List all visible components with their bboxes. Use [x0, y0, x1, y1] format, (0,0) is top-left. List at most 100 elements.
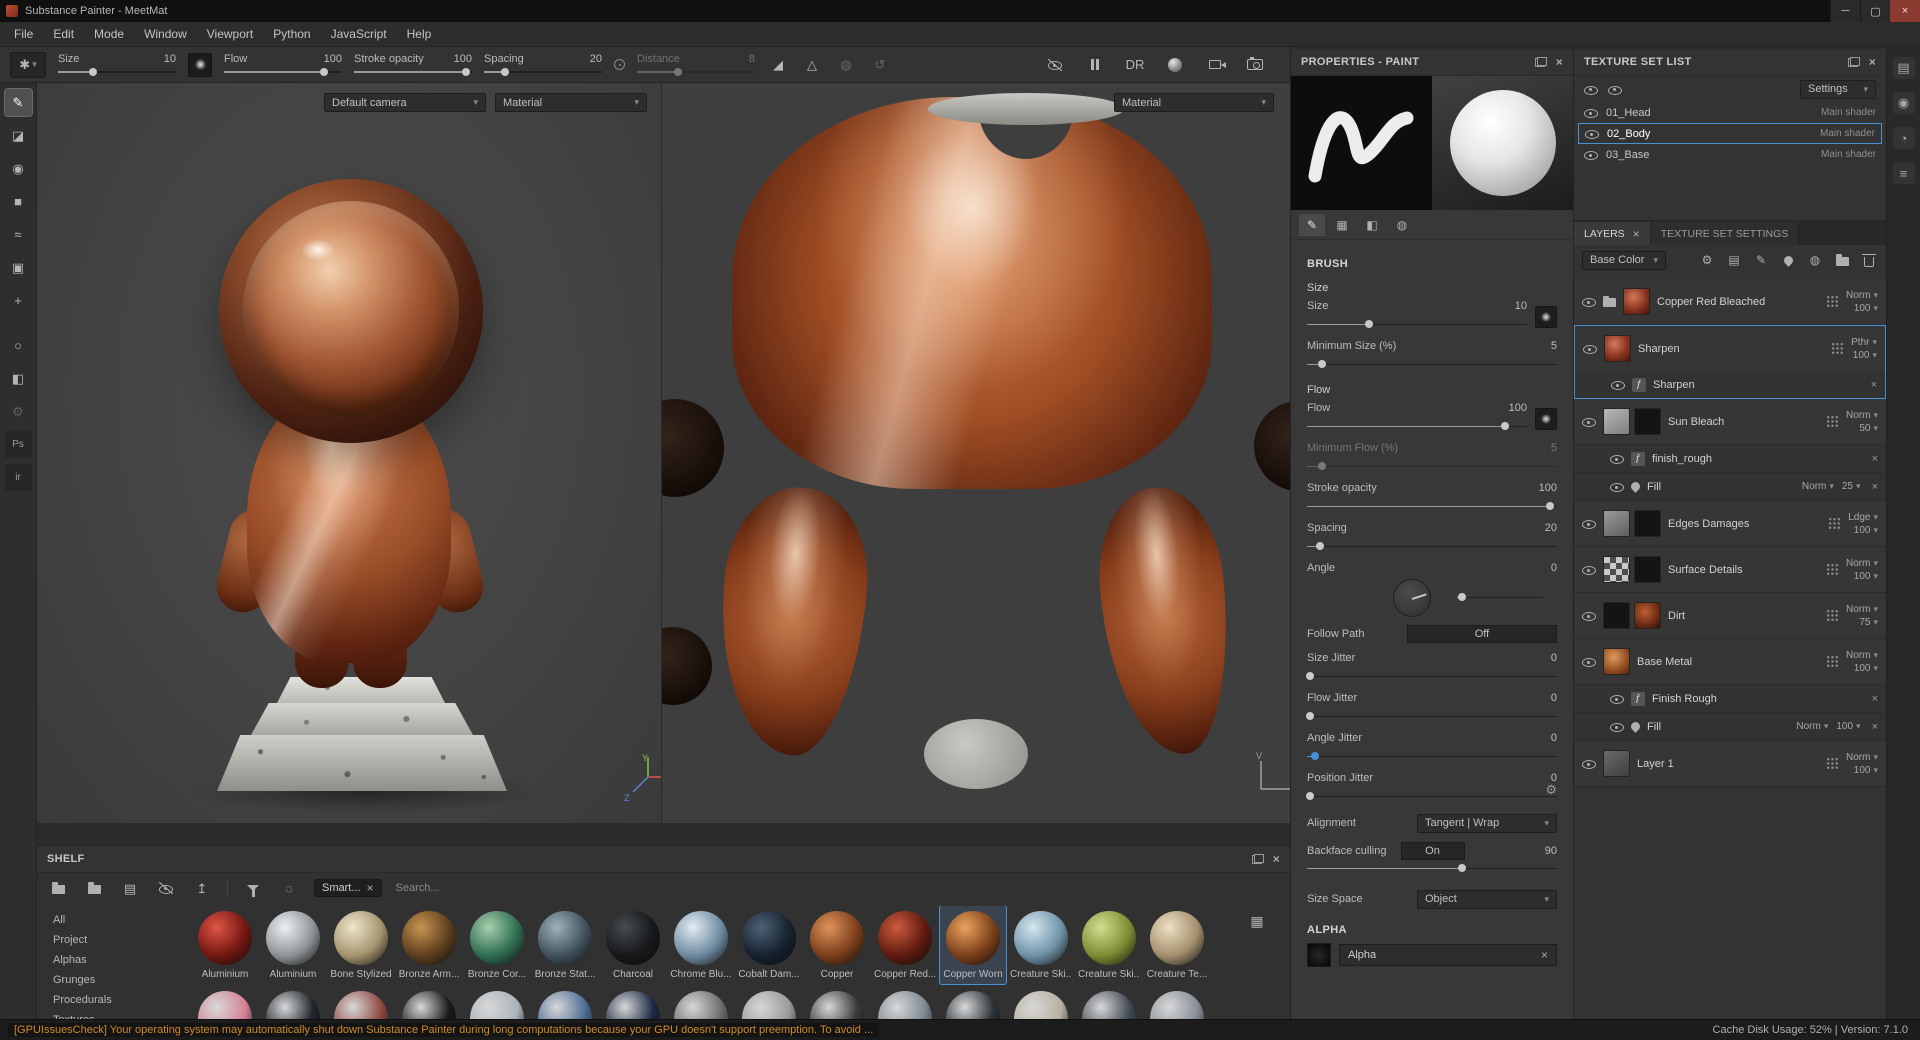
toolbar-size-group[interactable]: Size 10: [58, 53, 176, 77]
layer-visibility-icon[interactable]: [1582, 610, 1596, 622]
layer-thumbnail[interactable]: [1603, 556, 1630, 583]
environment-sphere-icon[interactable]: [1164, 54, 1186, 76]
material-copper-worn[interactable]: Copper Worn: [939, 906, 1007, 985]
add-fill-layer-icon[interactable]: [1779, 251, 1797, 269]
iray-badge[interactable]: ir: [4, 464, 32, 491]
slider-knob[interactable]: [501, 67, 510, 76]
layer-visibility-icon[interactable]: [1610, 693, 1624, 705]
effect-blend-dropdown[interactable]: Norm ▾: [1796, 721, 1828, 732]
filter-icon[interactable]: [242, 877, 264, 899]
new-folder-icon[interactable]: [47, 877, 69, 899]
layer-thumbnail[interactable]: [1603, 602, 1630, 629]
material-partial[interactable]: [736, 986, 802, 1019]
texture-set-settings-dropdown[interactable]: Settings ▾: [1800, 79, 1876, 99]
effect-blend-dropdown[interactable]: Norm ▾: [1802, 481, 1834, 492]
material-bronze-stat[interactable]: Bronze Stat...: [532, 906, 598, 984]
toolbar-distance-slider[interactable]: [637, 67, 755, 77]
falloff-curve-icon[interactable]: ◢: [767, 54, 789, 76]
layer-visibility-icon[interactable]: [1582, 296, 1596, 308]
add-smart-mask-icon[interactable]: ◍: [1806, 251, 1824, 269]
layer-content-icon[interactable]: [1826, 655, 1840, 668]
photoshop-badge[interactable]: Ps: [4, 431, 32, 458]
menu-item-file[interactable]: File: [4, 22, 43, 46]
material-charcoal[interactable]: Charcoal: [600, 906, 666, 984]
param-spacing-slider[interactable]: [1307, 541, 1557, 551]
symmetry-mirror-icon[interactable]: △: [801, 54, 823, 76]
material-bronze-cor[interactable]: Bronze Cor...: [464, 906, 530, 984]
close-button[interactable]: ×: [1890, 0, 1920, 22]
effect-opacity-dropdown[interactable]: 100 ▾: [1836, 721, 1860, 732]
blend-mode-dropdown[interactable]: Ldge ▾: [1848, 511, 1878, 524]
layer-content-icon[interactable]: [1826, 757, 1840, 770]
stencil-visibility-icon[interactable]: [1044, 54, 1066, 76]
material-partial[interactable]: [1076, 986, 1142, 1019]
pause-paint-engine-icon[interactable]: [1084, 54, 1106, 76]
menu-item-mode[interactable]: Mode: [84, 22, 134, 46]
material-cobalt-dam[interactable]: Cobalt Dam...: [736, 906, 802, 984]
layer-mask-thumbnail[interactable]: [1634, 408, 1661, 435]
shelf-category-grunges[interactable]: Grunges: [53, 970, 185, 990]
layer-visibility-icon[interactable]: [1582, 656, 1596, 668]
toolbar-spacing-slider[interactable]: [484, 67, 602, 77]
layer-layer-1[interactable]: Layer 1 Norm ▾ 100 ▾: [1574, 741, 1886, 787]
effect-fill[interactable]: Fill Norm ▾ 25 ▾ ×: [1574, 473, 1886, 501]
slider-knob[interactable]: [1305, 672, 1314, 680]
layer-visibility-icon[interactable]: [1610, 721, 1624, 733]
toolbar-flow-group[interactable]: Flow 100: [224, 53, 342, 77]
shader-settings-icon[interactable]: ◉: [1892, 92, 1915, 114]
material-partial[interactable]: [464, 986, 530, 1019]
brush-tip-preview[interactable]: [188, 52, 212, 77]
jitter-settings-gear-icon[interactable]: ⚙: [1545, 782, 1557, 798]
brush-preset-button[interactable]: ✱ ▾: [10, 51, 46, 78]
material-creature-te[interactable]: Creature Te...: [1144, 906, 1210, 984]
display-settings-icon[interactable]: ▤: [1892, 57, 1915, 79]
layer-thumbnail[interactable]: [1604, 335, 1631, 362]
material-creature-ski[interactable]: Creature Ski...: [1076, 906, 1142, 984]
layer-dirt[interactable]: Dirt Norm ▾ 75 ▾: [1574, 593, 1886, 639]
viewer-settings-tool[interactable]: ⚙: [5, 398, 32, 425]
param-minimum-flow-slider[interactable]: [1307, 461, 1557, 471]
layer-content-icon[interactable]: [1826, 609, 1840, 622]
visibility-all-icon[interactable]: [1584, 83, 1598, 95]
layer-content-icon[interactable]: [1831, 342, 1845, 355]
clone-tool[interactable]: ▣: [5, 254, 32, 281]
delete-layer-icon[interactable]: [1860, 251, 1878, 269]
camera-dropdown[interactable]: Default camera ▾: [324, 93, 486, 112]
opacity-dropdown[interactable]: 75 ▾: [1859, 616, 1878, 629]
texture-set-visibility-icon[interactable]: [1585, 128, 1599, 140]
param-alignment-dropdown[interactable]: Tangent | Wrap ▾: [1417, 813, 1557, 833]
search-input[interactable]: [395, 882, 576, 894]
layer-base-metal[interactable]: Base Metal Norm ▾ 100 ▾: [1574, 639, 1886, 685]
param-angle-jitter-slider[interactable]: [1307, 751, 1557, 761]
close-panel-icon[interactable]: ×: [1869, 56, 1876, 68]
shelf-category-alphas[interactable]: Alphas: [53, 950, 185, 970]
material-creature-ski[interactable]: Creature Ski...: [1008, 906, 1074, 984]
blend-mode-dropdown[interactable]: Norm ▾: [1846, 603, 1878, 616]
close-panel-icon[interactable]: ×: [1273, 853, 1280, 865]
toolbar-stroke-opacity-slider[interactable]: [354, 67, 472, 77]
angle-dial[interactable]: [1393, 579, 1431, 617]
param-size-jitter[interactable]: Size Jitter 0: [1305, 648, 1557, 688]
layer-visibility-icon[interactable]: [1610, 481, 1624, 493]
properties-tab-material[interactable]: ◍: [1389, 214, 1415, 236]
material-partial[interactable]: [532, 986, 598, 1019]
texture-set-visibility-icon[interactable]: [1584, 107, 1598, 119]
toolbar-stroke-opacity-group[interactable]: Stroke opacity 100: [354, 53, 472, 77]
smart-filter-chip[interactable]: Smart... ×: [314, 879, 382, 897]
minimize-button[interactable]: ─: [1830, 0, 1860, 22]
symmetry-tool[interactable]: ○: [5, 332, 32, 359]
slider-knob[interactable]: [1318, 462, 1326, 470]
screenshot-camera-icon[interactable]: [1244, 54, 1266, 76]
shelf-category-procedurals[interactable]: Procedurals: [53, 990, 185, 1010]
visibility-eye-icon[interactable]: [1048, 58, 1062, 71]
slider-knob[interactable]: [1315, 542, 1324, 550]
slider-knob[interactable]: [1310, 752, 1319, 760]
material-partial[interactable]: [668, 986, 734, 1019]
layer-thumbnail[interactable]: [1603, 510, 1630, 537]
param-position-jitter-slider[interactable]: [1305, 791, 1557, 801]
layer-mask-thumbnail[interactable]: [1634, 602, 1661, 629]
eraser-tool[interactable]: ◪: [5, 122, 32, 149]
blend-mode-dropdown[interactable]: Pthr ▾: [1851, 336, 1877, 349]
material-aluminium[interactable]: Aluminium: [192, 906, 258, 984]
tab-layers[interactable]: LAYERS ×: [1574, 222, 1651, 245]
